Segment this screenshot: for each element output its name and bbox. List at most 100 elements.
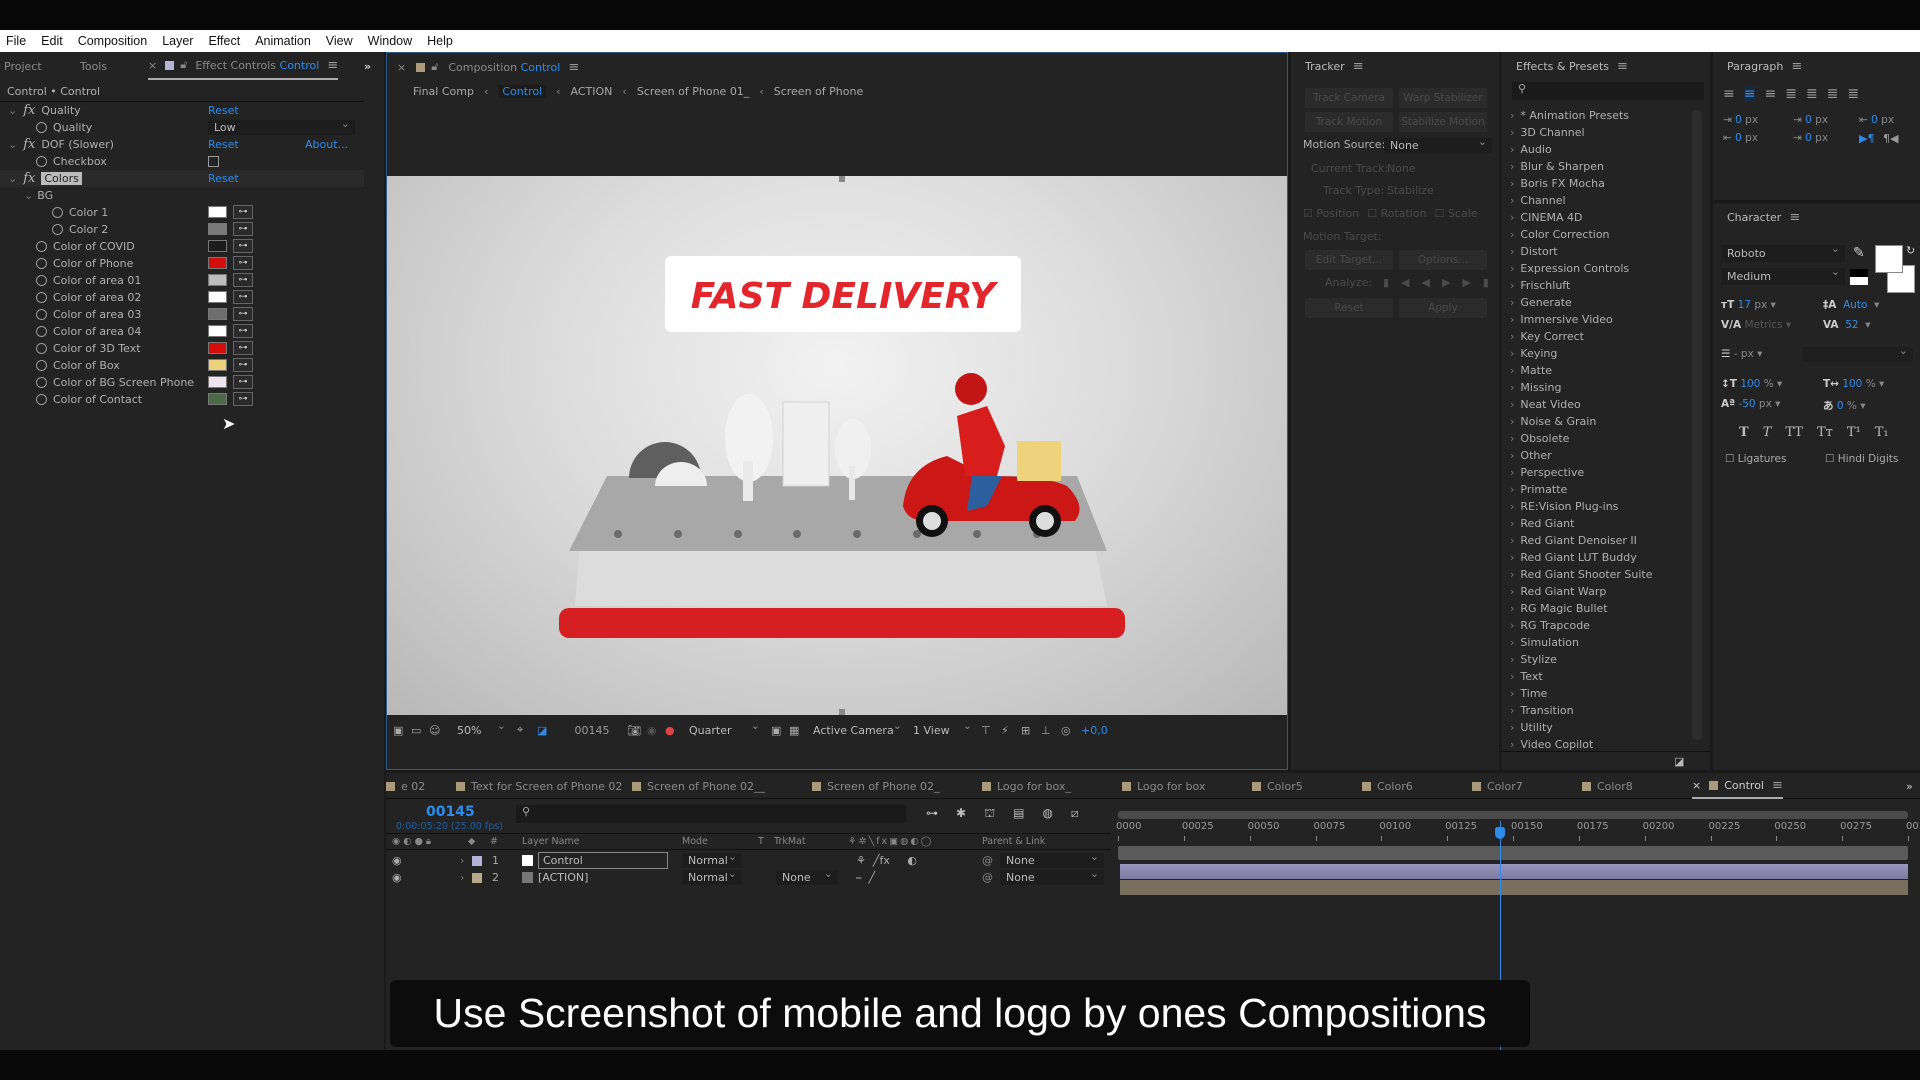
visibility-eye-icon[interactable]: ◉ <box>392 852 402 869</box>
snapshot-icon[interactable]: 📷︎ <box>627 724 647 737</box>
motion-blur-icon[interactable]: ◍ <box>1042 806 1052 822</box>
motion-source-dropdown[interactable]: None <box>1384 135 1492 153</box>
timeline-tab[interactable]: × Control ≡ <box>1692 773 1783 799</box>
new-folder-icon[interactable]: ◪ <box>1674 755 1684 768</box>
resolution-dropdown[interactable]: Quarter <box>683 719 765 738</box>
fast-preview-icon[interactable]: ⚡︎ <box>1001 724 1021 737</box>
breadcrumb-screen-phone-01[interactable]: Screen of Phone 01_ <box>637 85 749 98</box>
eyedropper-icon[interactable]: ⊶ <box>233 290 253 304</box>
transparency-grid-icon[interactable]: ◪ <box>537 724 557 737</box>
layer-label-color[interactable] <box>472 872 482 883</box>
subscript-button[interactable]: T₁ <box>1875 425 1889 440</box>
timeline-tab[interactable]: Screen of Phone 02__ <box>632 773 765 799</box>
align-center-icon[interactable]: ≡ <box>1743 86 1756 102</box>
tab-tools[interactable]: Tools <box>80 52 107 80</box>
align-right-icon[interactable]: ≡ <box>1764 86 1776 102</box>
col-parent[interactable]: Parent & Link <box>982 836 1045 847</box>
timeline-tab[interactable]: Screen of Phone 02_ <box>812 773 939 799</box>
color-swatch[interactable] <box>208 376 227 388</box>
eyedropper-icon[interactable]: ⊶ <box>233 324 253 338</box>
tab-project[interactable]: Project <box>4 52 42 80</box>
effect-category[interactable]: Obsolete <box>1510 432 1569 445</box>
color-swatch[interactable] <box>208 308 227 320</box>
reset-link[interactable]: Reset <box>208 172 239 185</box>
effect-quality[interactable]: ⌄ fx Quality Reset <box>0 102 364 119</box>
effect-colors[interactable]: ⌄ fx Colors Reset <box>0 170 364 187</box>
eyedropper-icon[interactable]: ⊶ <box>233 205 253 219</box>
vertical-scale-field[interactable]: ↕T 100 % ▾ <box>1721 378 1782 390</box>
effect-category[interactable]: Video Copilot <box>1510 738 1593 751</box>
eyedropper-icon[interactable]: ✎ <box>1853 245 1865 261</box>
effect-category[interactable]: Red Giant Shooter Suite <box>1510 568 1652 581</box>
about-link[interactable]: About... <box>305 138 348 151</box>
color-swatch[interactable] <box>208 274 227 286</box>
stopwatch-icon[interactable] <box>36 309 47 320</box>
effects-search-input[interactable]: ⚲ <box>1512 82 1704 100</box>
work-area-bar[interactable] <box>1118 811 1908 819</box>
breadcrumb-action[interactable]: ACTION <box>571 85 613 98</box>
panel-menu-icon[interactable]: ≡ <box>1772 778 1783 793</box>
color-swatch[interactable] <box>208 240 227 252</box>
stopwatch-icon[interactable] <box>36 326 47 337</box>
stroke-style-dropdown[interactable] <box>1803 344 1913 362</box>
timeline-tab[interactable]: Color8 <box>1582 773 1633 799</box>
camera-dropdown[interactable]: Active Camera <box>807 719 907 738</box>
effect-category[interactable]: Neat Video <box>1510 398 1580 411</box>
effect-category[interactable]: Utility <box>1510 721 1552 734</box>
effect-category[interactable]: Channel <box>1510 194 1565 207</box>
panel-menu-icon[interactable]: ≡ <box>1353 59 1364 74</box>
first-line-indent-field[interactable]: ⇤ 0 px <box>1723 132 1758 144</box>
menu-composition[interactable]: Composition <box>78 34 147 48</box>
layer-row[interactable]: ◉ › 2 [ACTION] Normal None ⎯ ╱ @ None <box>386 867 1111 886</box>
effect-category[interactable]: Red Giant Denoiser II <box>1510 534 1637 547</box>
layer-name[interactable]: [ACTION] <box>538 869 668 886</box>
parent-dropdown[interactable]: None <box>1000 850 1104 868</box>
show-snapshot-icon[interactable]: ◉ <box>647 724 665 737</box>
stroke-width-field[interactable]: ☰ - px ▾ <box>1721 348 1762 360</box>
visibility-eye-icon[interactable]: ◉ <box>392 869 402 886</box>
composition-viewer[interactable]: FAST DELIVERY <box>387 176 1287 715</box>
eyedropper-icon[interactable]: ⊶ <box>233 358 253 372</box>
tab-effect-controls[interactable]: × 🔓︎ Effect Controls Control ≡ <box>148 52 339 80</box>
color-swatch[interactable] <box>208 291 227 303</box>
effect-category[interactable]: Transition <box>1510 704 1573 717</box>
region-of-interest-icon[interactable]: ▣ <box>771 724 789 737</box>
effect-category[interactable]: Primatte <box>1510 483 1567 496</box>
effect-category[interactable]: Noise & Grain <box>1510 415 1596 428</box>
superscript-button[interactable]: T¹ <box>1847 425 1861 440</box>
timeline-tab[interactable]: Logo for box <box>1122 773 1205 799</box>
panel-menu-icon[interactable]: ≡ <box>1617 59 1628 74</box>
eyedropper-icon[interactable]: ⊶ <box>233 307 253 321</box>
quality-dropdown[interactable]: Low <box>208 117 355 135</box>
menu-effect[interactable]: Effect <box>208 34 240 48</box>
align-left-icon[interactable]: ≡ <box>1723 86 1735 102</box>
expand-chevron-icon[interactable]: › <box>460 852 464 869</box>
pick-whip-icon[interactable]: @ <box>982 869 993 886</box>
channel-icon[interactable]: ● <box>665 724 683 737</box>
effect-category[interactable]: Text <box>1510 670 1542 683</box>
layer-bar-action[interactable] <box>1120 880 1908 895</box>
effect-category[interactable]: Audio <box>1510 143 1551 156</box>
effect-category[interactable]: * Animation Presets <box>1510 109 1629 122</box>
reset-link[interactable]: Reset <box>208 104 239 117</box>
current-frame[interactable]: 00145 <box>557 724 627 737</box>
draft-3d-icon[interactable]: ✱ <box>956 806 966 822</box>
effect-category[interactable]: Red Giant Warp <box>1510 585 1606 598</box>
effect-category[interactable]: Boris FX Mocha <box>1510 177 1604 190</box>
faux-italic-button[interactable]: T <box>1763 425 1772 440</box>
pick-whip-icon[interactable]: @ <box>982 852 993 869</box>
effect-category[interactable]: Red Giant <box>1510 517 1574 530</box>
eyedropper-icon[interactable]: ⊶ <box>233 256 253 270</box>
layer-name[interactable]: Control <box>538 852 668 869</box>
view-layout-dropdown[interactable]: 1 View <box>907 719 977 738</box>
group-bg[interactable]: ⌄ BG <box>0 187 364 204</box>
fill-color-swatch[interactable] <box>1875 245 1903 273</box>
stopwatch-icon[interactable] <box>36 343 47 354</box>
effect-category[interactable]: CINEMA 4D <box>1510 211 1582 224</box>
effect-category[interactable]: Time <box>1510 687 1547 700</box>
stopwatch-icon[interactable] <box>36 377 47 388</box>
current-time[interactable]: 00145 <box>426 804 475 820</box>
effect-category[interactable]: Missing <box>1510 381 1561 394</box>
effect-category[interactable]: Red Giant LUT Buddy <box>1510 551 1636 564</box>
all-caps-button[interactable]: TT <box>1785 425 1803 440</box>
